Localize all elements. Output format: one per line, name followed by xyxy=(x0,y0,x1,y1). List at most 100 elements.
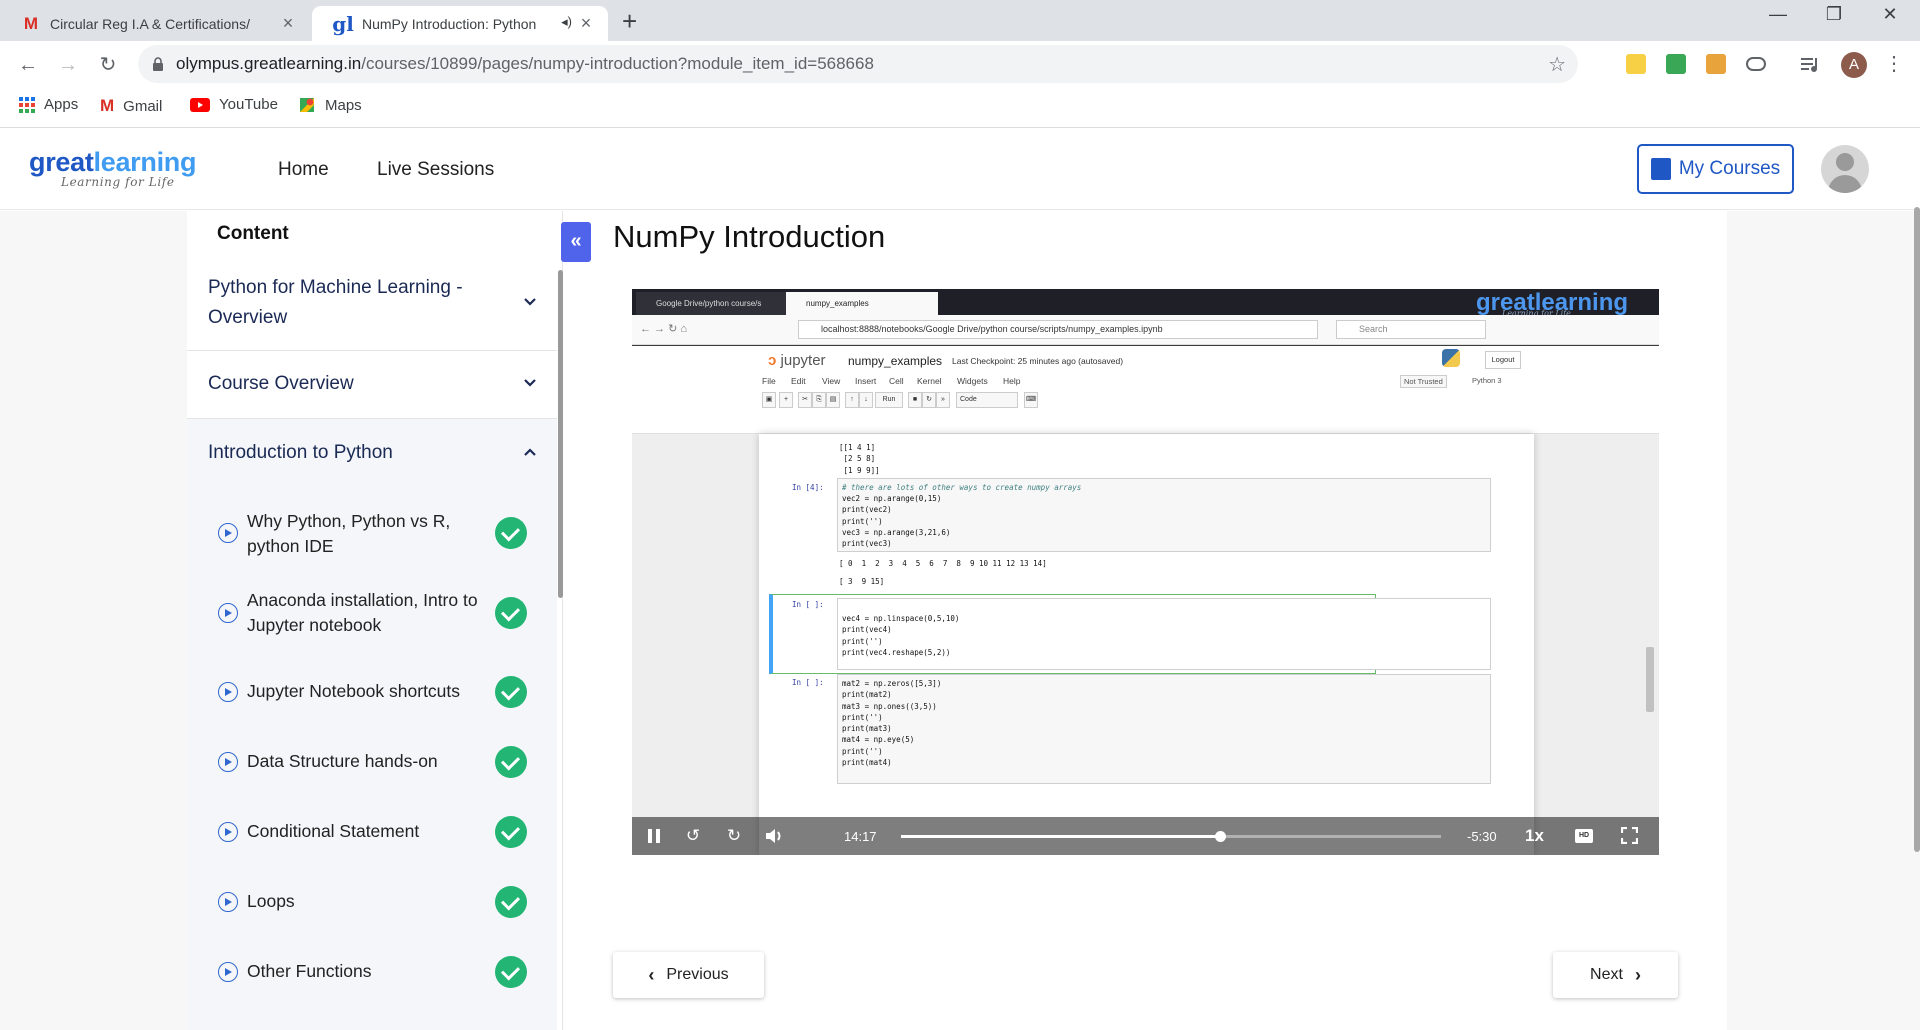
my-courses-label: My Courses xyxy=(1678,158,1781,179)
media-control-icon[interactable] xyxy=(1800,54,1820,74)
restore-icon[interactable]: ❐ xyxy=(1814,4,1854,25)
seek-handle[interactable] xyxy=(1214,831,1226,842)
nav-live-sessions[interactable]: Live Sessions xyxy=(377,159,494,181)
video-player[interactable]: Google Drive/python course/s numpy_examp… xyxy=(632,289,1659,855)
browser-menu-icon[interactable]: ⋮ xyxy=(1884,51,1904,76)
rewind-icon[interactable]: ↺ xyxy=(680,823,706,849)
close-tab-icon[interactable]: × xyxy=(576,13,596,33)
lesson-item[interactable]: Anaconda installation, Intro to Jupyter … xyxy=(187,578,557,648)
video-tab: Google Drive/python course/s xyxy=(636,292,786,315)
user-avatar[interactable] xyxy=(1821,145,1869,193)
jupyter-header: ↄ jupyter numpy_examples Last Checkpoint… xyxy=(632,346,1659,434)
module-title: Course Overview xyxy=(208,373,354,394)
extension-drive-icon[interactable] xyxy=(1706,54,1726,74)
jupyter-menu: Cell xyxy=(889,376,904,386)
seek-bar[interactable] xyxy=(901,831,1441,842)
youtube-icon xyxy=(190,97,210,112)
next-label: Next xyxy=(1590,966,1623,983)
module-title[interactable]: Introduction to Python xyxy=(208,438,393,468)
jupyter-menu: Help xyxy=(1003,376,1021,386)
bookmark-youtube[interactable]: YouTube xyxy=(190,96,278,113)
collapse-sidebar-button[interactable]: « xyxy=(561,222,591,262)
address-bar[interactable]: olympus.greatlearning.in/courses/10899/p… xyxy=(138,45,1578,83)
chevron-down-icon xyxy=(524,298,536,306)
bookmark-label: Gmail xyxy=(123,97,163,115)
back-icon[interactable]: ← xyxy=(14,51,42,79)
nav-home[interactable]: Home xyxy=(278,159,329,181)
extension-sheets-icon[interactable] xyxy=(1666,54,1686,74)
fast-forward-icon: » xyxy=(936,392,950,408)
lesson-item[interactable]: Why Python, Python vs R, python IDE xyxy=(187,499,557,569)
audio-playing-icon[interactable]: ◂) xyxy=(561,14,572,30)
bookmark-apps[interactable]: Apps xyxy=(19,96,78,113)
video-nav-arrows-icon: ← → ↻ ⌂ xyxy=(640,323,688,335)
hd-quality-icon[interactable]: HD xyxy=(1575,829,1593,843)
bookmark-star-icon[interactable]: ☆ xyxy=(1548,52,1566,77)
run-button: Run xyxy=(875,392,903,408)
copy-icon: ⎘ xyxy=(812,392,826,408)
close-tab-icon[interactable]: × xyxy=(278,13,298,33)
notebook-scrollbar xyxy=(1646,647,1654,712)
close-window-icon[interactable]: ✕ xyxy=(1870,4,1910,25)
module-title: Python for Machine Learning - Overview xyxy=(208,277,463,328)
url-path: /courses/10899/pages/numpy-introduction?… xyxy=(361,54,874,73)
lesson-title: Other Functions xyxy=(247,961,372,981)
page-background-right xyxy=(1727,211,1920,1030)
book-icon xyxy=(1650,158,1671,180)
lesson-item[interactable]: Loops xyxy=(187,867,557,937)
forward-skip-icon[interactable]: ↻ xyxy=(721,823,747,849)
url-text: olympus.greatlearning.in/courses/10899/p… xyxy=(176,54,874,74)
bookmark-maps[interactable]: Maps xyxy=(298,96,362,114)
pause-icon[interactable] xyxy=(641,823,667,852)
module-python-ml-overview[interactable]: Python for Machine Learning - Overview xyxy=(187,257,557,351)
volume-icon[interactable] xyxy=(761,823,787,853)
cell-prompt: In [ ]: xyxy=(792,600,824,609)
minimize-icon[interactable]: — xyxy=(1758,4,1798,25)
playback-speed[interactable]: 1x xyxy=(1525,826,1544,846)
browser-toolbar: ← → ↻ olympus.greatlearning.in/courses/1… xyxy=(0,41,1920,88)
fullscreen-icon[interactable] xyxy=(1620,826,1639,845)
code-source: vec2 = np.arange(0,15) print(vec2) print… xyxy=(842,494,951,549)
module-course-overview[interactable]: Course Overview xyxy=(187,351,557,419)
jupyter-logo-text: jupyter xyxy=(780,352,826,369)
next-button[interactable]: Next › xyxy=(1553,952,1678,998)
reload-icon[interactable]: ↻ xyxy=(94,51,122,79)
tab-title: NumPy Introduction: Python xyxy=(362,15,537,32)
jupyter-menu: Insert xyxy=(855,376,877,386)
bookmark-gmail[interactable]: M Gmail xyxy=(100,96,162,116)
play-circle-icon xyxy=(218,962,238,982)
bookmark-label: Maps xyxy=(325,96,362,114)
check-circle-icon xyxy=(495,676,527,708)
chevron-up-icon[interactable] xyxy=(523,445,537,459)
current-time: 14:17 xyxy=(844,829,877,844)
greatlearning-icon: gl xyxy=(332,11,354,36)
tab-numpy[interactable]: gl NumPy Introduction: Python ◂) × xyxy=(312,6,608,41)
not-trusted-badge: Not Trusted xyxy=(1400,375,1447,388)
extension-gamepad-icon[interactable] xyxy=(1746,57,1766,71)
forward-icon[interactable]: → xyxy=(54,51,82,79)
previous-button[interactable]: ‹ Previous xyxy=(613,952,764,998)
lesson-item[interactable]: Jupyter Notebook shortcuts xyxy=(187,657,557,727)
chevron-left-icon: ‹ xyxy=(648,964,655,985)
sidebar-scrollbar[interactable] xyxy=(558,270,563,598)
sidebar-heading: Content xyxy=(217,223,289,244)
new-tab-button[interactable]: + xyxy=(622,8,637,34)
lesson-item[interactable]: Other Functions xyxy=(187,937,557,1007)
video-url: localhost:8888/notebooks/Google Drive/py… xyxy=(798,320,1318,339)
tab-gmail[interactable]: M Circular Reg I.A & Certifications/ × xyxy=(0,6,310,41)
lesson-title: Jupyter Notebook shortcuts xyxy=(247,681,461,701)
code-comment: # there are lots of other ways to create… xyxy=(842,483,1082,492)
chevron-down-icon xyxy=(524,379,536,387)
stop-icon: ■ xyxy=(908,392,922,408)
cell-prompt: In [ ]: xyxy=(792,678,824,687)
lesson-item[interactable]: Data Structure hands-on xyxy=(187,727,557,797)
lesson-item[interactable]: Conditional Statement xyxy=(187,797,557,867)
page-scrollbar[interactable] xyxy=(1914,207,1920,852)
profile-avatar[interactable]: A xyxy=(1841,52,1867,78)
check-circle-icon xyxy=(495,746,527,778)
my-courses-button[interactable]: My Courses xyxy=(1637,144,1794,194)
cell-output: [ 0 1 2 3 4 5 6 7 8 9 10 11 12 13 14] xyxy=(839,559,1047,568)
extension-notes-icon[interactable] xyxy=(1626,54,1646,74)
greatlearning-logo[interactable]: greatlearning Learning for Life xyxy=(29,147,196,189)
cell-prompt: In [4]: xyxy=(792,483,824,492)
